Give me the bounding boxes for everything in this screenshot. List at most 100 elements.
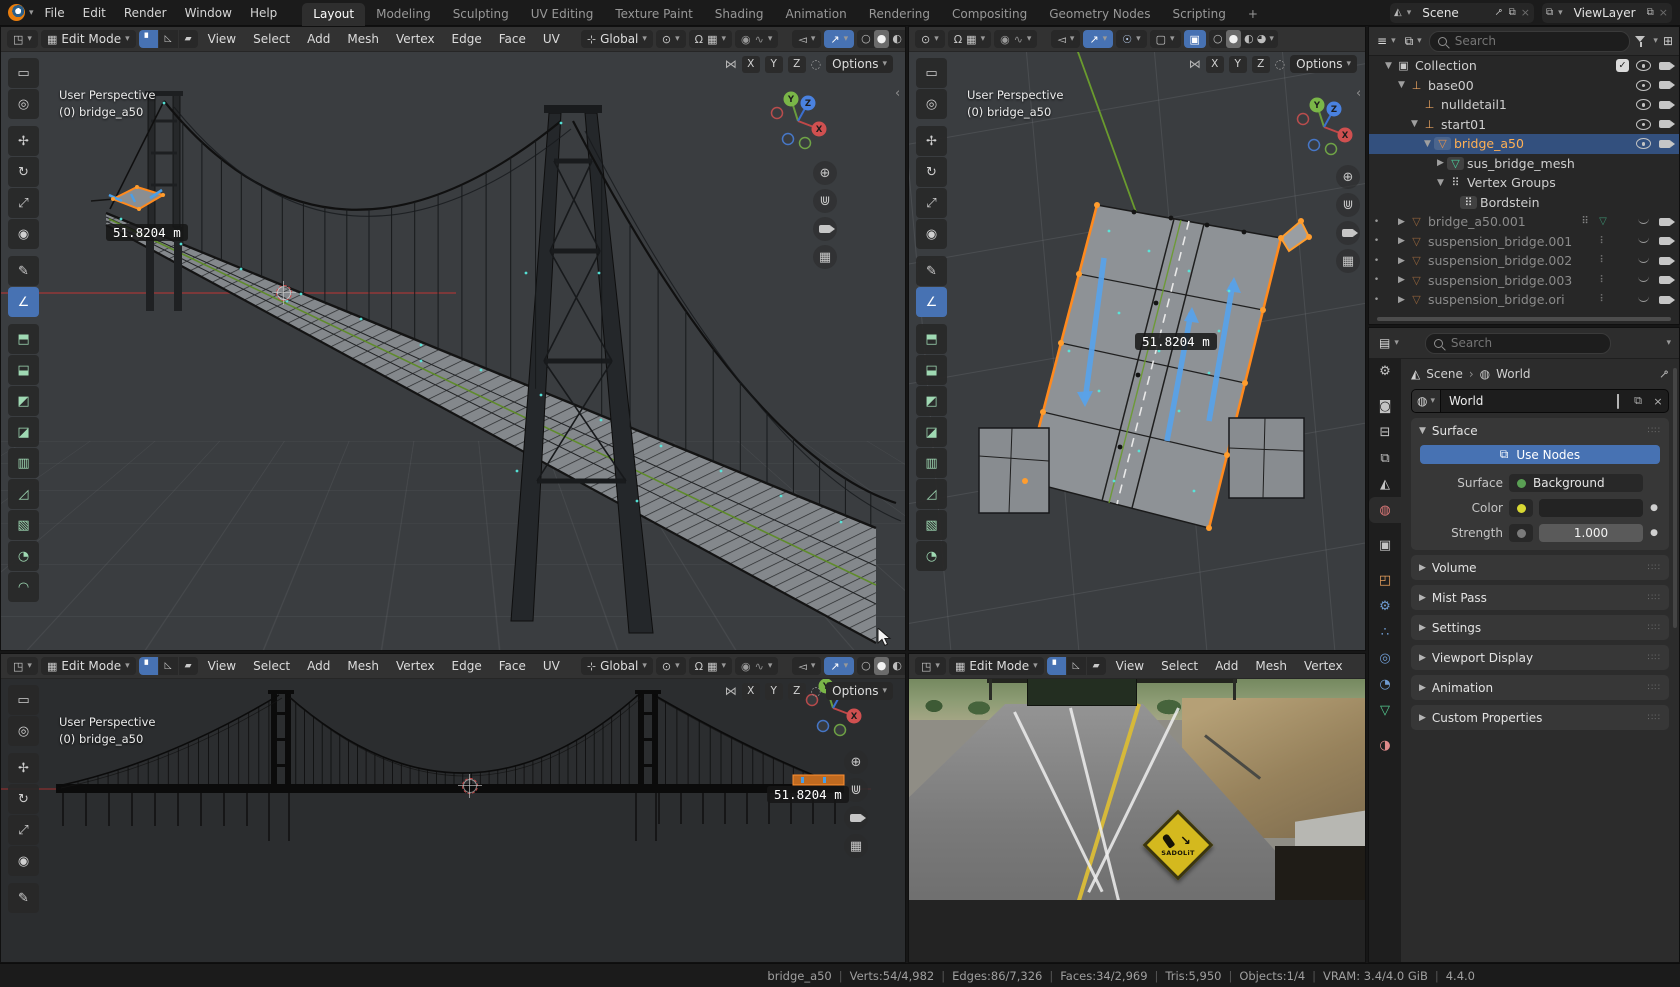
tool-poly-build[interactable]: ▧	[8, 510, 39, 540]
tool-select-box[interactable]: ▭	[8, 685, 39, 715]
outliner-row-sus-bridge-mesh[interactable]: ▶▽sus_bridge_mesh	[1369, 154, 1679, 174]
duplicate-viewlayer-icon[interactable]: ⧉	[1647, 7, 1654, 18]
eye-closed-icon[interactable]	[1638, 217, 1649, 224]
display-mode-dropdown[interactable]: ≡▾	[1375, 32, 1398, 50]
menu-edit[interactable]: Edit	[74, 4, 115, 22]
workspace-tab-rendering[interactable]: Rendering	[858, 3, 941, 26]
tool-rotate[interactable]: ↻	[8, 157, 39, 187]
workspace-tab-modeling[interactable]: Modeling	[365, 3, 442, 26]
properties-tab-object-data[interactable]: ▽	[1369, 697, 1401, 723]
chevron-right-icon[interactable]: ▶	[1395, 275, 1408, 285]
menu-face[interactable]: Face	[492, 659, 533, 673]
surface-panel-header[interactable]: ▼ Surface ∷∷	[1411, 419, 1669, 442]
gizmo-toggle[interactable]: ↗▾	[824, 30, 854, 48]
eye-closed-icon[interactable]	[1638, 236, 1649, 243]
menu-render[interactable]: Render	[115, 4, 176, 22]
panel-grip[interactable]: ∷∷	[1648, 563, 1661, 573]
tool-cursor[interactable]: ◎	[916, 89, 947, 119]
navbtn-camera-view[interactable]	[844, 806, 868, 830]
navbtn-hand[interactable]: ⋓	[813, 189, 837, 213]
filter-type-dropdown[interactable]: ⧉▾	[1403, 32, 1424, 50]
camera-visibility-icon[interactable]	[1659, 237, 1671, 245]
navbtn-grid-toggle[interactable]: ▦	[1336, 249, 1360, 273]
menu-edge[interactable]: Edge	[445, 659, 489, 673]
tool-measure[interactable]: ∠	[8, 287, 39, 317]
menu-select[interactable]: Select	[246, 32, 297, 46]
tool-annotate[interactable]: ✎	[8, 256, 39, 286]
material-shading-icon[interactable]: ◐	[892, 657, 902, 675]
panel-grip[interactable]: ∷∷	[1648, 593, 1661, 603]
menu-help[interactable]: Help	[241, 4, 286, 22]
surface-shader-field[interactable]: Background	[1509, 474, 1643, 492]
chevron-down-icon[interactable]: ▼	[1408, 119, 1421, 129]
workspace-tab-animation[interactable]: Animation	[775, 3, 858, 26]
duplicate-scene-icon[interactable]: ⧉	[1509, 7, 1516, 18]
color-socket[interactable]	[1509, 499, 1533, 517]
tool-scale[interactable]: ⤢	[8, 188, 39, 218]
editor-type-button[interactable]: ◳▾	[7, 30, 38, 48]
menu-mesh[interactable]: Mesh	[340, 659, 386, 673]
properties-tab-collection[interactable]: ▣	[1369, 532, 1401, 558]
mirror-x-button[interactable]: X	[1206, 56, 1224, 73]
wireframe-shading-icon[interactable]: ○	[1213, 30, 1223, 48]
viewport-top-right[interactable]: ⊙▾Ω▦▾◉∿▾◅▾↗▾☉▾▢▾▣○●◐◕▾ ⋈XYZ◌Options▾	[908, 26, 1366, 651]
gizmo-toggle[interactable]: ↗▾	[824, 657, 854, 675]
panel-grip[interactable]: ∷∷	[1648, 713, 1661, 723]
workspace-tab-compositing[interactable]: Compositing	[941, 3, 1038, 26]
tool-cursor[interactable]: ◎	[8, 716, 39, 746]
navigation-gizmo[interactable]: XYZ	[762, 85, 834, 160]
panel-animation[interactable]: ▶Animation∷∷	[1411, 675, 1669, 700]
properties-search[interactable]	[1425, 333, 1611, 354]
vertex-select-button[interactable]: ▘	[139, 657, 158, 675]
animate-dot-icon[interactable]: ●	[1649, 528, 1659, 538]
menu-select[interactable]: Select	[1154, 659, 1205, 673]
chevron-down-icon[interactable]: ▾	[1666, 338, 1671, 348]
scene-name[interactable]: Scene	[1416, 6, 1490, 20]
menu-file[interactable]: File	[36, 4, 74, 22]
vertex-select-button[interactable]: ▘	[139, 30, 158, 48]
mirror-y-button[interactable]: Y	[1229, 56, 1247, 73]
chevron-right-icon[interactable]: ▶	[1395, 295, 1408, 305]
properties-tab-output[interactable]: ⊟	[1369, 419, 1401, 445]
workspace-tab-scripting[interactable]: Scripting	[1161, 3, 1236, 26]
tool-inset-faces[interactable]: ◩	[8, 386, 39, 416]
navbtn-hand[interactable]: ⋓	[1336, 193, 1360, 217]
menu-vertex[interactable]: Vertex	[389, 659, 442, 673]
workspace-add-button[interactable]: +	[1237, 3, 1269, 26]
search-input[interactable]	[1449, 335, 1602, 351]
options-dropdown[interactable]: Options▾	[1290, 55, 1357, 73]
menu-uv[interactable]: UV	[536, 659, 567, 673]
chevron-down-icon[interactable]: ▼	[1382, 61, 1395, 71]
strength-slider[interactable]: 1.000	[1539, 524, 1643, 542]
camera-visibility-icon[interactable]	[1659, 257, 1671, 265]
snap-controls[interactable]: Ω▦▾	[948, 30, 991, 48]
tool-inset-faces[interactable]: ◩	[916, 386, 947, 416]
face-select-button[interactable]: ▰	[179, 657, 198, 675]
options-dropdown[interactable]: Options▾	[826, 55, 893, 73]
eye-open-icon[interactable]	[1636, 60, 1651, 71]
mode-dropdown[interactable]: ▦Edit Mode▾	[949, 657, 1044, 675]
tool-spin[interactable]: ◔	[8, 541, 39, 571]
mirror-y-button[interactable]: Y	[765, 56, 783, 73]
workspace-tab-texture-paint[interactable]: Texture Paint	[604, 3, 703, 26]
menu-mesh[interactable]: Mesh	[1248, 659, 1294, 673]
menu-view[interactable]: View	[1109, 659, 1151, 673]
options-dropdown[interactable]: Options▾	[826, 682, 893, 700]
proportional-editing[interactable]: ◉∿▾	[735, 657, 778, 675]
outliner-row-base00[interactable]: ▼⊥base00	[1369, 76, 1679, 96]
outliner-row-suspension-bridge-002[interactable]: •▶▽suspension_bridge.002⠇	[1369, 251, 1679, 271]
tool-spin[interactable]: ◔	[916, 541, 947, 571]
navbtn-camera-view[interactable]	[813, 217, 837, 241]
properties-tab-render[interactable]: ◙	[1369, 393, 1401, 419]
orientation-dropdown[interactable]: ⊹Global▾	[581, 657, 653, 675]
properties-tab-material[interactable]: ◑	[1369, 732, 1401, 758]
tool-annotate[interactable]: ✎	[916, 256, 947, 286]
editor-type-button[interactable]: ◳▾	[7, 657, 38, 675]
outliner-row-suspension-bridge-003[interactable]: •▶▽suspension_bridge.003⠇	[1369, 271, 1679, 291]
datablock-name[interactable]: World	[1441, 394, 1608, 408]
tool-knife[interactable]: ◿	[916, 479, 947, 509]
tool-select-box[interactable]: ▭	[8, 58, 39, 88]
proportional-editing[interactable]: ◉∿▾	[994, 30, 1037, 48]
eye-closed-icon[interactable]	[1638, 295, 1649, 302]
navbtn-zoom[interactable]: ⊕	[1336, 165, 1360, 189]
